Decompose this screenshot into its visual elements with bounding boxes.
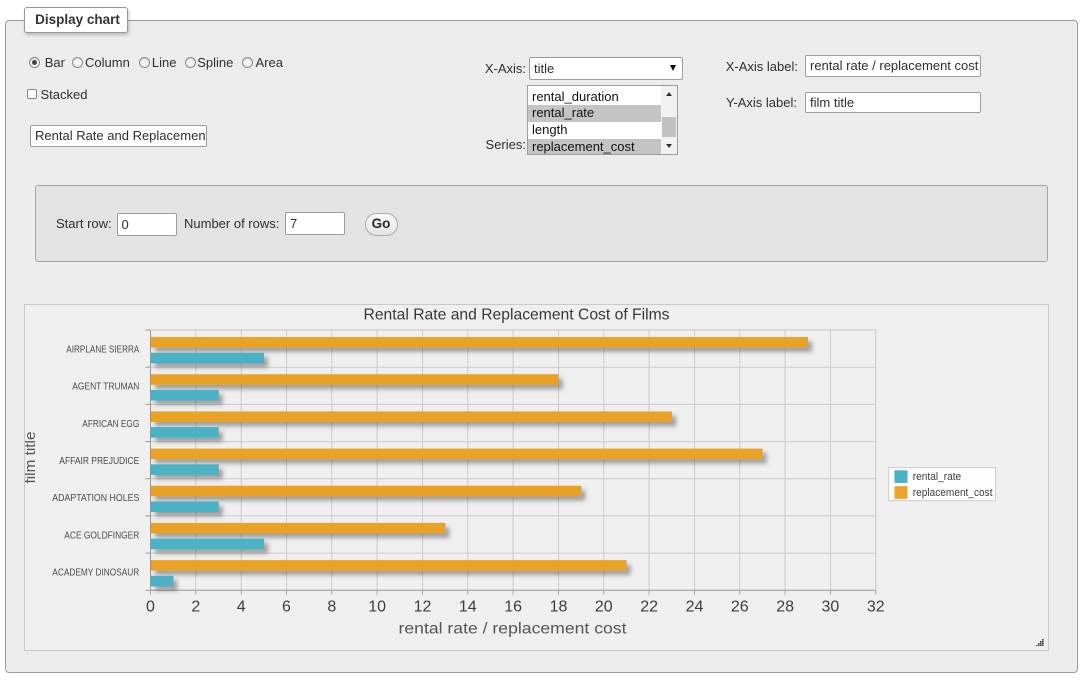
svg-text:26: 26	[731, 599, 749, 616]
svg-text:rental rate / replacement cost: rental rate / replacement cost	[399, 620, 628, 637]
svg-text:ADAPTATION HOLES: ADAPTATION HOLES	[52, 492, 139, 504]
svg-text:32: 32	[867, 599, 885, 616]
svg-text:rental_rate: rental_rate	[913, 471, 961, 483]
svg-text:Rental Rate and Replacement Co: Rental Rate and Replacement Cost of Film…	[364, 306, 670, 323]
svg-text:2: 2	[191, 599, 200, 616]
svg-text:AGENT TRUMAN: AGENT TRUMAN	[72, 381, 139, 393]
svg-text:ACADEMY DINOSAUR: ACADEMY DINOSAUR	[52, 567, 139, 579]
svg-text:16: 16	[504, 599, 522, 616]
svg-text:6: 6	[282, 599, 291, 616]
svg-text:24: 24	[686, 599, 704, 616]
svg-text:4: 4	[237, 599, 246, 616]
svg-text:30: 30	[822, 599, 840, 616]
svg-text:22: 22	[640, 599, 658, 616]
svg-text:20: 20	[595, 599, 613, 616]
svg-text:18: 18	[550, 599, 568, 616]
svg-text:AFRICAN EGG: AFRICAN EGG	[82, 418, 139, 430]
svg-text:12: 12	[414, 599, 432, 616]
svg-text:replacement_cost: replacement_cost	[913, 487, 993, 499]
svg-text:8: 8	[327, 599, 336, 616]
svg-text:0: 0	[146, 599, 155, 616]
svg-text:14: 14	[459, 599, 477, 616]
svg-text:film title: film title	[25, 432, 39, 484]
svg-text:28: 28	[776, 599, 794, 616]
svg-text:ACE GOLDFINGER: ACE GOLDFINGER	[64, 529, 139, 541]
svg-text:10: 10	[368, 599, 386, 616]
svg-text:AIRPLANE SIERRA: AIRPLANE SIERRA	[66, 343, 139, 355]
svg-text:AFFAIR PREJUDICE: AFFAIR PREJUDICE	[59, 455, 139, 467]
